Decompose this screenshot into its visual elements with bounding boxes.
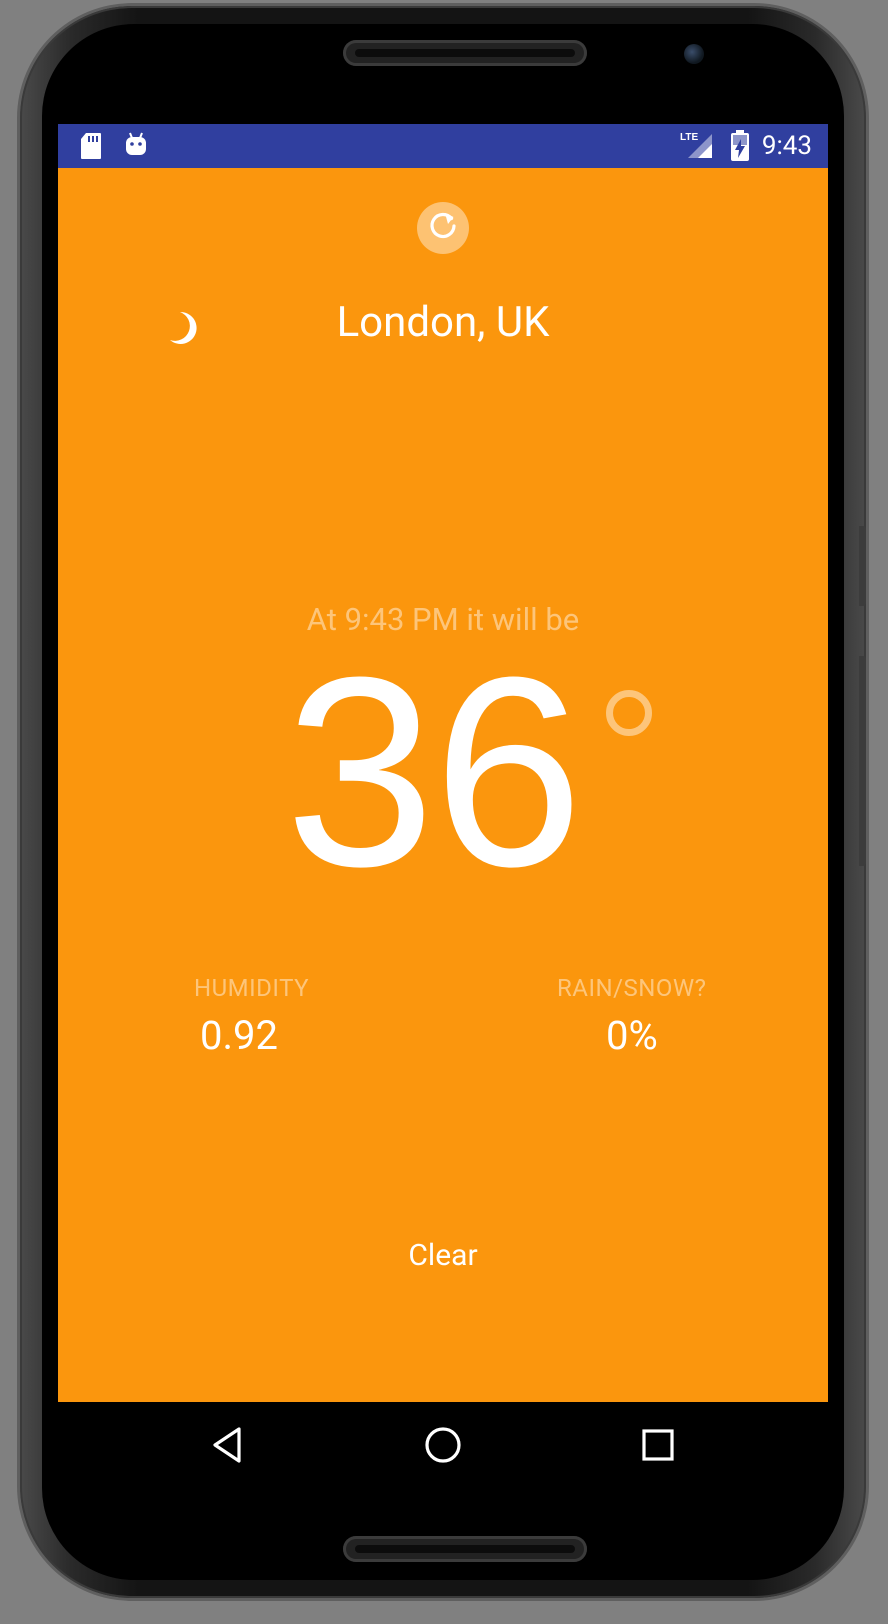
bottom-speaker [343,1536,587,1562]
precip-value: 0% [606,1012,658,1059]
humidity-value: 0.92 [200,1012,278,1059]
status-bar: LTE 9:43 [58,124,828,168]
recents-icon [638,1425,678,1469]
temperature-value: 36 [285,622,583,923]
navigation-bar [58,1402,828,1492]
home-icon [423,1425,463,1469]
top-speaker [343,40,587,66]
android-debug-icon [124,131,148,163]
device-screen: LTE 9:43 London, UK At 9:43 PM it will b… [58,124,828,1492]
refresh-icon [426,209,460,247]
back-button[interactable] [203,1422,253,1472]
home-button[interactable] [418,1422,468,1472]
humidity-label: HUMIDITY [194,974,310,1002]
power-button [859,656,866,866]
weather-screen: London, UK At 9:43 PM it will be 36 HUMI… [58,168,828,1402]
volume-button [859,526,866,606]
lte-signal-icon: LTE [680,130,714,164]
back-icon [208,1425,248,1469]
status-time: 9:43 [761,131,812,161]
front-camera [684,44,704,64]
svg-text:LTE: LTE [680,132,698,143]
sd-card-icon [80,132,102,164]
refresh-button[interactable] [417,202,469,254]
location-label: London, UK [336,298,550,347]
weather-summary: Clear [408,1238,478,1273]
battery-charging-icon [730,130,750,166]
precip-label: RAIN/SNOW? [557,974,707,1002]
degree-icon [606,690,652,736]
recents-button[interactable] [633,1422,683,1472]
